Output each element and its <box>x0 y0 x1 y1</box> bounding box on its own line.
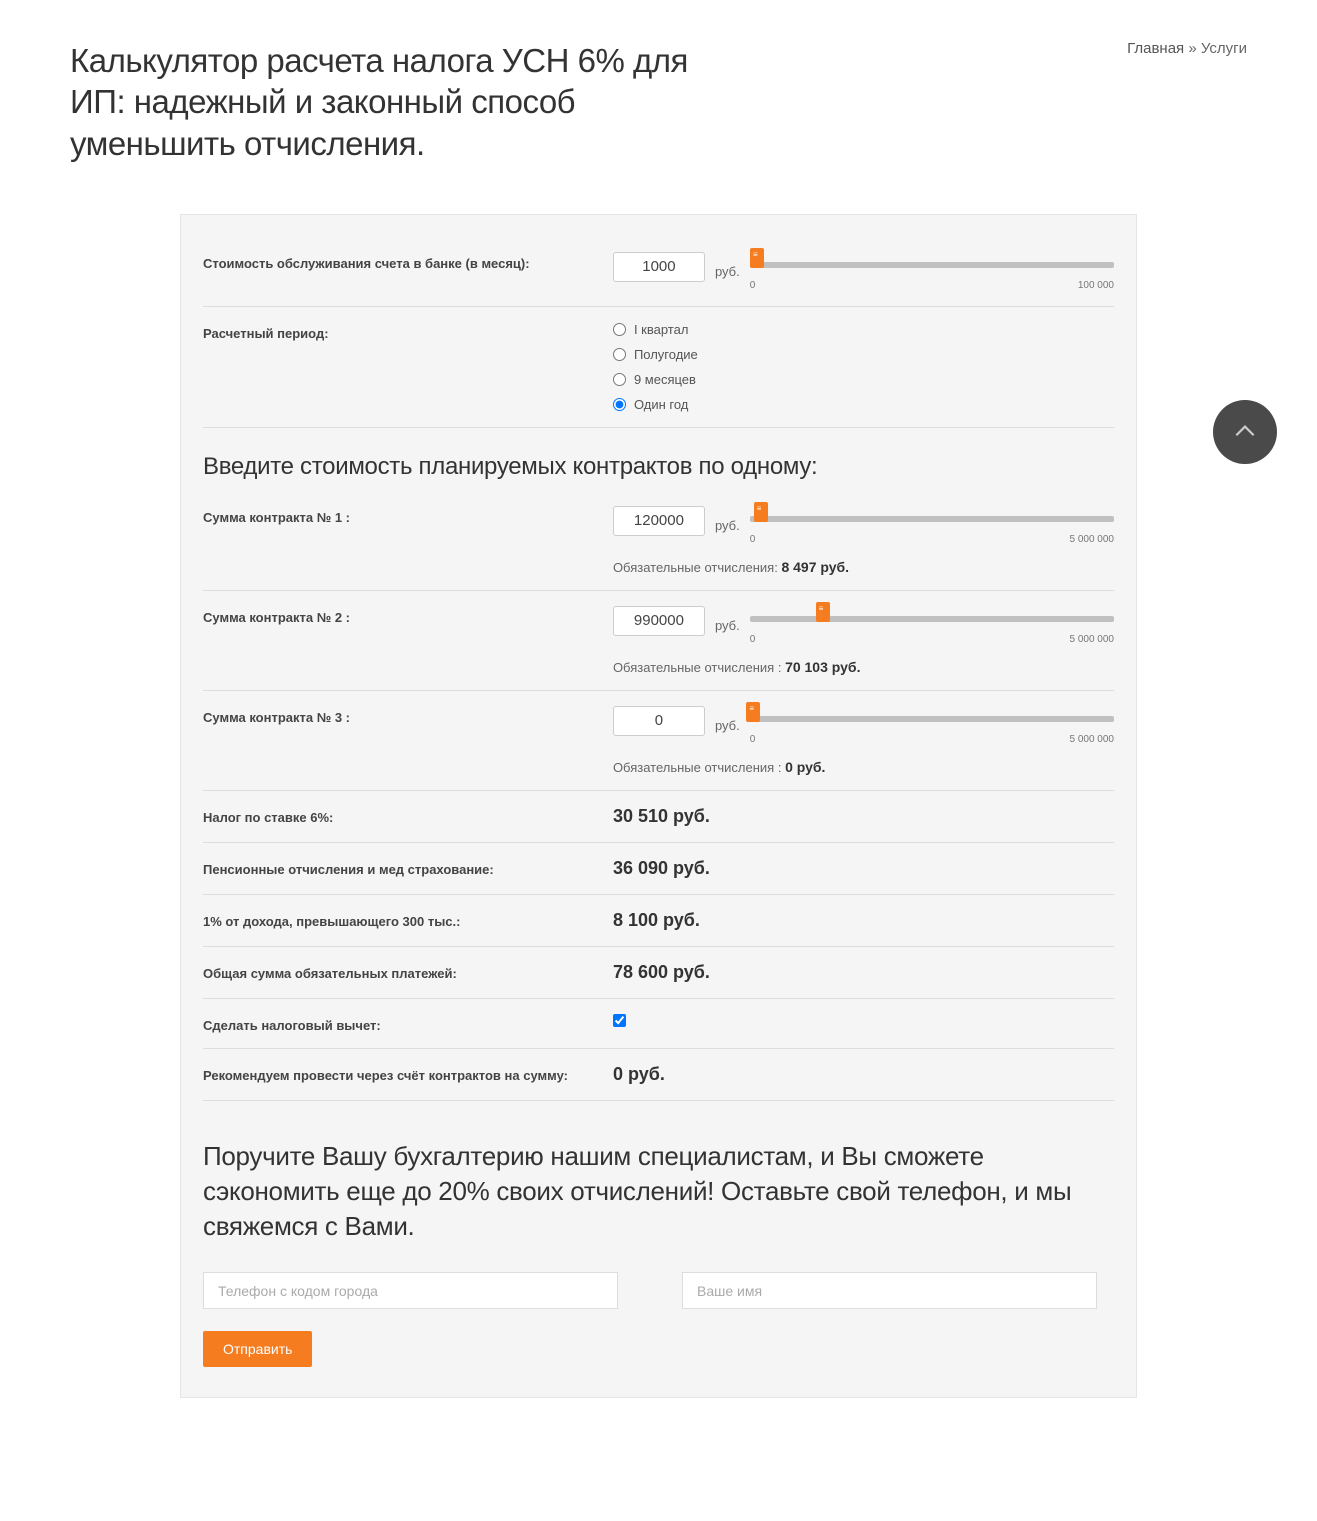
contract2-label: Сумма контракта № 2 : <box>203 606 613 675</box>
contract1-deduction: Обязательные отчисления: 8 497 руб. <box>613 559 1114 575</box>
contract1-label: Сумма контракта № 1 : <box>203 506 613 575</box>
contract1-slider[interactable]: 0 5 000 000 <box>750 506 1114 545</box>
contract2-slider[interactable]: 0 5 000 000 <box>750 606 1114 645</box>
contracts-section-title: Введите стоимость планируемых контрактов… <box>203 428 1114 491</box>
contract3-slider[interactable]: 0 5 000 000 <box>750 706 1114 745</box>
tax6-value: 30 510 руб. <box>613 806 1114 827</box>
contract3-deduction: Обязательные отчисления : 0 руб. <box>613 759 1114 775</box>
tax-deduction-label: Сделать налоговый вычет: <box>203 1014 613 1033</box>
pct1-label: 1% от дохода, превышающего 300 тыс.: <box>203 910 613 931</box>
total-label: Общая сумма обязательных платежей: <box>203 962 613 983</box>
page-title: Калькулятор расчета налога УСН 6% для ИП… <box>70 40 720 164</box>
submit-button[interactable]: Отправить <box>203 1331 312 1367</box>
tax-deduction-checkbox[interactable] <box>613 1014 626 1027</box>
bank-cost-input[interactable] <box>613 252 705 282</box>
contract2-unit: руб. <box>715 618 740 633</box>
breadcrumb-sep: » <box>1184 40 1201 57</box>
chevron-up-icon <box>1232 419 1258 445</box>
breadcrumb-current: Услуги <box>1201 40 1247 57</box>
period-radio-group: I квартал Полугодие 9 месяцев Один год <box>613 322 698 412</box>
pension-label: Пенсионные отчисления и мед страхование: <box>203 858 613 879</box>
bank-cost-slider[interactable]: 0 100 000 <box>750 252 1114 291</box>
period-label: Расчетный период: <box>203 322 613 412</box>
cta-title: Поручите Вашу бухгалтерию нашим специали… <box>203 1101 1114 1272</box>
breadcrumb-home[interactable]: Главная <box>1127 40 1184 57</box>
pension-value: 36 090 руб. <box>613 858 1114 879</box>
tax6-label: Налог по ставке 6%: <box>203 806 613 827</box>
name-input[interactable] <box>682 1272 1097 1309</box>
bank-cost-label: Стоимость обслуживания счета в банке (в … <box>203 252 613 291</box>
period-option-half[interactable]: Полугодие <box>613 347 698 362</box>
contract2-input[interactable] <box>613 606 705 636</box>
contract3-input[interactable] <box>613 706 705 736</box>
contract1-input[interactable] <box>613 506 705 536</box>
period-option-9m[interactable]: 9 месяцев <box>613 372 698 387</box>
contract3-label: Сумма контракта № 3 : <box>203 706 613 775</box>
recommend-label: Рекомендуем провести через счёт контракт… <box>203 1064 613 1085</box>
bank-cost-unit: руб. <box>715 264 740 279</box>
breadcrumb: Главная » Услуги <box>1127 40 1247 57</box>
period-option-year[interactable]: Один год <box>613 397 698 412</box>
recommend-value: 0 руб. <box>613 1064 1114 1085</box>
contract1-unit: руб. <box>715 518 740 533</box>
scroll-top-button[interactable] <box>1213 400 1277 464</box>
contract2-deduction: Обязательные отчисления : 70 103 руб. <box>613 659 1114 675</box>
calculator-card: Стоимость обслуживания счета в банке (в … <box>180 214 1137 1398</box>
pct1-value: 8 100 руб. <box>613 910 1114 931</box>
total-value: 78 600 руб. <box>613 962 1114 983</box>
contract3-unit: руб. <box>715 718 740 733</box>
phone-input[interactable] <box>203 1272 618 1309</box>
period-option-q1[interactable]: I квартал <box>613 322 698 337</box>
